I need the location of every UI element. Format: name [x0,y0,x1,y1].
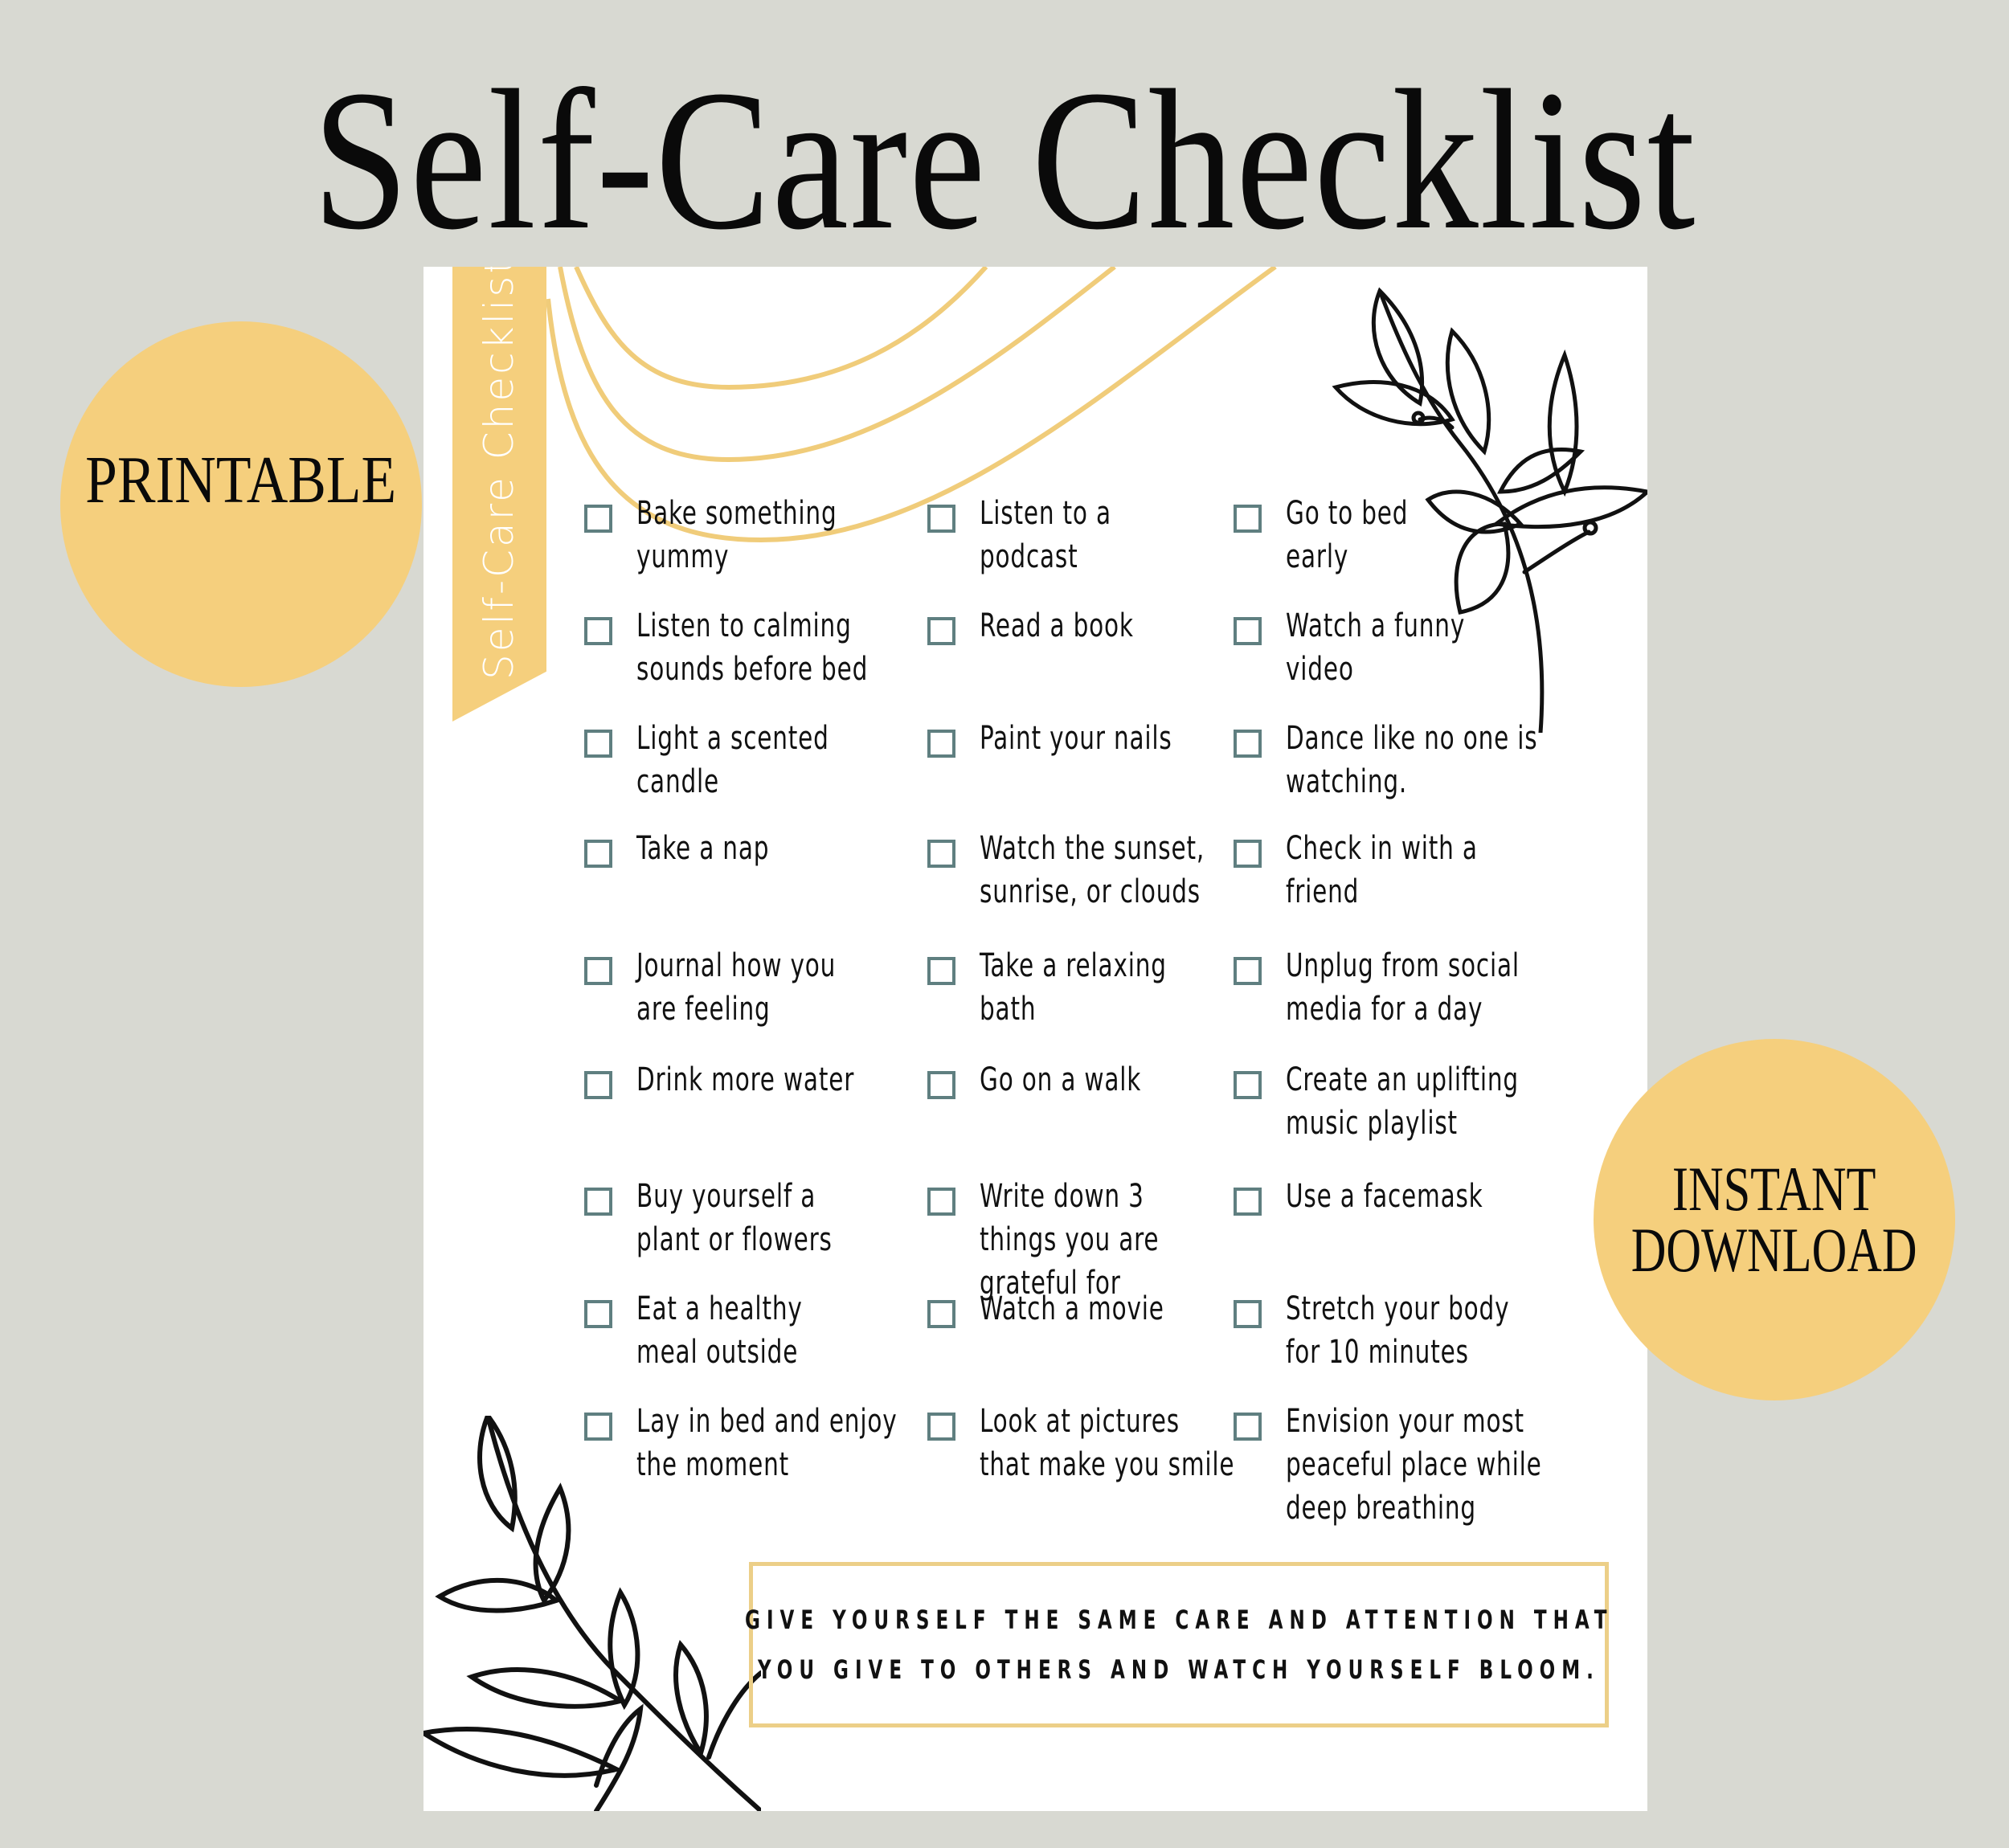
checklist-item[interactable]: Listen to calming sounds before bed [584,604,919,691]
checklist-item-label: Dance like no one is watching. [1286,720,1538,800]
checklist-item-label: Take a relaxing bath [980,947,1167,1028]
checklist-item-label: Go to bed early [1286,495,1409,575]
checklist-item[interactable]: Create an uplifting music playlist [1234,1058,1570,1145]
checkbox[interactable] [927,617,955,645]
instant-badge-line-1: INSTANT [1672,1154,1876,1224]
side-ribbon: Self-Care Checklist [452,267,546,722]
checkbox[interactable] [1234,617,1262,645]
checkbox[interactable] [927,1300,955,1328]
checkbox[interactable] [927,1413,955,1441]
checklist-item[interactable]: Write down 3 things you are grateful for [927,1175,1198,1305]
checkbox[interactable] [1234,1188,1262,1216]
checkbox[interactable] [927,1188,955,1216]
checkbox[interactable] [584,1413,612,1441]
checklist-item[interactable]: Envision your most peaceful place while … [1234,1400,1598,1530]
checkbox[interactable] [1234,957,1262,985]
printable-badge: PRINTABLE [60,321,422,687]
checklist-item[interactable]: Use a facemask [1234,1175,1527,1218]
checklist-item-label: Eat a healthy meal outside [636,1290,803,1371]
checklist-item-label: Read a book [980,607,1134,644]
checkbox[interactable] [927,730,955,758]
quote-line-1: GIVE YOURSELF THE SAME CARE AND ATTENTIO… [744,1605,1614,1635]
checklist-item[interactable]: Watch the sunset, sunrise, or clouds [927,827,1254,914]
checklist-item-label: Journal how you are feeling [636,947,837,1028]
checklist-item[interactable]: Lay in bed and enjoy the moment [584,1400,955,1486]
instant-download-badge: INSTANT DOWNLOAD [1594,1039,1955,1400]
checklist-item[interactable]: Read a book [927,604,1168,648]
checklist-item[interactable]: Watch a movie [927,1287,1205,1331]
printable-badge-label: PRINTABLE [85,443,397,517]
checkbox[interactable] [584,1188,612,1216]
checkbox[interactable] [927,840,955,868]
checklist-item[interactable]: Check in with a friend [1234,827,1520,914]
instant-badge-line-2: DOWNLOAD [1631,1215,1917,1285]
quote-line-2: YOU GIVE TO OTHERS AND WATCH YOURSELF BL… [758,1654,1600,1685]
checkbox[interactable] [1234,505,1262,533]
checklist-item-label: Envision your most peaceful place while … [1286,1403,1542,1527]
checklist-item[interactable]: Paint your nails [927,717,1214,760]
checkbox[interactable] [1234,1413,1262,1441]
checklist-item[interactable]: Drink more water [584,1058,902,1102]
checklist-item-label: Unplug from social media for a day [1286,947,1520,1028]
checkbox[interactable] [1234,730,1262,758]
checklist-item[interactable]: Stretch your body for 10 minutes [1234,1287,1558,1374]
checkbox[interactable] [584,840,612,868]
checklist-item-label: Use a facemask [1286,1178,1483,1215]
checklist-item-label: Write down 3 things you are grateful for [980,1178,1160,1302]
checklist-item-label: Check in with a friend [1286,830,1478,910]
checklist-item-label: Watch the sunset, sunrise, or clouds [980,830,1205,910]
checklist-item-label: Drink more water [636,1061,855,1098]
checkbox[interactable] [584,730,612,758]
checkbox[interactable] [584,617,612,645]
checkbox[interactable] [584,957,612,985]
checkbox[interactable] [1234,1300,1262,1328]
checklist-item-label: Listen to a podcast [980,495,1111,575]
checkbox[interactable] [584,505,612,533]
checklist-item[interactable]: Journal how you are feeling [584,944,880,1031]
checklist-item-label: Go on a walk [980,1061,1142,1098]
checklist-item-label: Stretch your body for 10 minutes [1286,1290,1510,1371]
page-title: Self-Care Checklist [312,49,1697,272]
checklist-item-label: Listen to calming sounds before bed [636,607,869,688]
checklist-item[interactable]: Go on a walk [927,1058,1176,1102]
checkbox[interactable] [927,505,955,533]
checklist-item-label: Paint your nails [980,720,1172,757]
checkbox[interactable] [584,1071,612,1099]
checklist-item[interactable]: Dance like no one is watching. [1234,717,1593,803]
checklist-item[interactable]: Buy yourself a plant or flowers [584,1175,875,1261]
checklist-item-label: Bake something yummy [636,495,837,575]
checklist-item[interactable]: Take a relaxing bath [927,944,1208,1031]
checkbox[interactable] [1234,1071,1262,1099]
checklist-item-label: Buy yourself a plant or flowers [636,1178,833,1258]
checklist-item-label: Look at pictures that make you smile [980,1403,1235,1483]
checkbox[interactable] [1234,840,1262,868]
checklist-item-label: Lay in bed and enjoy the moment [636,1403,898,1483]
checklist-item[interactable]: Take a nap [584,827,799,870]
checklist-item[interactable]: Unplug from social media for a day [1234,944,1571,1031]
checklist-item[interactable]: Go to bed early [1234,492,1435,579]
checkbox[interactable] [927,1071,955,1099]
checkbox[interactable] [584,1300,612,1328]
checklist-item[interactable]: Bake something yummy [584,492,881,579]
checklist-sheet: Self-Care Checklist Bake something yummy… [423,267,1647,1811]
checklist-item[interactable]: Eat a healthy meal outside [584,1287,839,1374]
checklist-item-label: Take a nap [636,830,770,867]
checklist-item-label: Create an uplifting music playlist [1286,1061,1519,1142]
checklist-item-label: Watch a funny video [1286,607,1466,688]
checkbox[interactable] [927,957,955,985]
checklist-item[interactable]: Watch a funny video [1234,604,1504,691]
ribbon-title: Self-Care Checklist [476,267,522,680]
checklist-item-label: Watch a movie [980,1290,1164,1327]
checklist-item[interactable]: Light a scented candle [584,717,871,803]
checklist-item-label: Light a scented candle [636,720,829,800]
quote-box: GIVE YOURSELF THE SAME CARE AND ATTENTIO… [745,1562,1609,1727]
checklist-item[interactable]: Listen to a podcast [927,492,1140,579]
